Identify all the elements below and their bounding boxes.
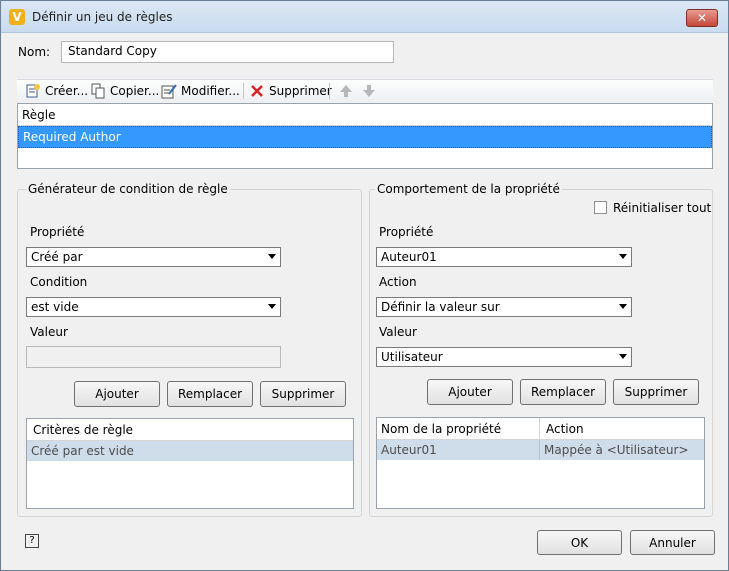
delete-x-icon (249, 83, 265, 99)
modify-label: Modifier... (181, 84, 240, 98)
right-property-value: Auteur01 (381, 250, 437, 264)
close-button[interactable]: ✕ (686, 9, 718, 27)
new-document-icon (25, 83, 41, 99)
condition-value: est vide (31, 300, 79, 314)
condition-label: Condition (30, 275, 88, 289)
rules-toolbar: Créer... Copier... Modifier... Supprimer (17, 79, 713, 101)
criteria-grid: Critères de règle Créé par est vide (26, 418, 354, 509)
right-replace-button[interactable]: Remplacer (520, 379, 606, 405)
left-property-label: Propriété (30, 225, 85, 239)
rules-grid-header: Règle (18, 104, 712, 126)
column-header-action: Action (546, 422, 584, 436)
cancel-button[interactable]: Annuler (630, 530, 715, 555)
left-add-button[interactable]: Ajouter (74, 381, 160, 407)
mapping-table-header: Nom de la propriété Action (377, 418, 704, 440)
chevron-down-icon (268, 304, 276, 309)
edit-icon (161, 83, 177, 99)
right-value-select[interactable]: Utilisateur (376, 347, 632, 367)
right-value-value: Utilisateur (381, 350, 443, 364)
delete-label: Supprimer (269, 84, 332, 98)
copy-icon (90, 83, 106, 99)
condition-select[interactable]: est vide (26, 297, 281, 317)
arrow-down-icon (361, 83, 377, 99)
action-value: Définir la valeur sur (381, 300, 500, 314)
arrow-up-icon (338, 83, 354, 99)
help-icon[interactable]: ? (25, 534, 39, 548)
condition-builder-title: Générateur de condition de règle (26, 182, 230, 196)
right-property-select[interactable]: Auteur01 (376, 247, 632, 267)
delete-rule-button[interactable]: Supprimer (249, 82, 332, 100)
action-select[interactable]: Définir la valeur sur (376, 297, 632, 317)
left-replace-button[interactable]: Remplacer (167, 381, 253, 407)
left-value-input[interactable] (26, 346, 281, 368)
column-header-property-name: Nom de la propriété (377, 418, 540, 439)
dialog-window: V Définir un jeu de règles ✕ Nom: Standa… (0, 0, 729, 571)
left-delete-button[interactable]: Supprimer (260, 381, 346, 407)
vault-app-icon: V (9, 9, 25, 25)
toolbar-divider (243, 83, 244, 99)
rules-grid-row[interactable]: Required Author (18, 126, 712, 148)
move-down-button[interactable] (361, 82, 377, 100)
rules-grid: Règle Required Author (17, 103, 713, 169)
action-label: Action (379, 275, 417, 289)
copy-label: Copier... (110, 84, 160, 98)
right-value-label: Valeur (379, 325, 417, 339)
left-value-label: Valeur (30, 325, 68, 339)
chevron-down-icon (619, 304, 627, 309)
title-bar: V Définir un jeu de règles ✕ (1, 1, 728, 33)
move-up-button[interactable] (338, 82, 354, 100)
criteria-row[interactable]: Créé par est vide (27, 441, 353, 461)
cell-action: Mappée à <Utilisateur> (544, 443, 689, 457)
create-button[interactable]: Créer... (25, 82, 88, 100)
criteria-header: Critères de règle (27, 419, 353, 441)
right-property-label: Propriété (379, 225, 434, 239)
name-label: Nom: (18, 45, 51, 59)
right-delete-button[interactable]: Supprimer (613, 379, 699, 405)
chevron-down-icon (268, 254, 276, 259)
mapping-table: Nom de la propriété Action Auteur01 Mapp… (376, 417, 705, 509)
window-title: Définir un jeu de règles (32, 10, 173, 24)
modify-button[interactable]: Modifier... (161, 82, 240, 100)
toolbar-divider (329, 83, 330, 99)
property-behavior-title: Comportement de la propriété (375, 182, 562, 196)
left-property-value: Créé par (31, 250, 83, 264)
name-input[interactable]: Standard Copy (61, 41, 394, 63)
copy-button[interactable]: Copier... (90, 82, 159, 100)
reset-all-checkbox[interactable] (594, 201, 607, 214)
right-add-button[interactable]: Ajouter (427, 379, 513, 405)
chevron-down-icon (619, 354, 627, 359)
cell-property-name: Auteur01 (377, 440, 540, 460)
chevron-down-icon (619, 254, 627, 259)
left-property-select[interactable]: Créé par (26, 247, 281, 267)
mapping-table-row[interactable]: Auteur01 Mappée à <Utilisateur> (377, 440, 704, 460)
ok-button[interactable]: OK (537, 530, 622, 555)
create-label: Créer... (45, 84, 89, 98)
reset-all-label: Réinitialiser tout (613, 201, 712, 215)
